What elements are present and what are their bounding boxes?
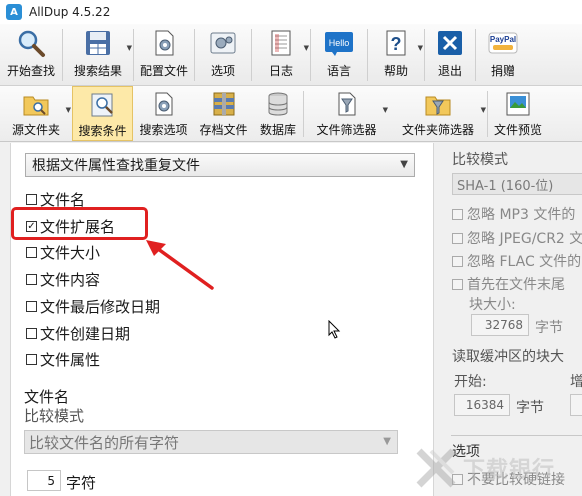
checkbox-box[interactable]: [26, 274, 37, 285]
tab-source-folder[interactable]: 源文件夹 ▼: [0, 86, 72, 141]
help-question-icon: ?: [381, 28, 411, 58]
config-file-button[interactable]: 配置文件: [134, 24, 194, 85]
search-mode-select[interactable]: 根据文件属性查找重复文件 ▼: [25, 153, 415, 177]
tab-archive-files[interactable]: 存档文件: [194, 86, 253, 141]
checkbox-file-size[interactable]: 文件大小: [26, 242, 100, 263]
chevron-down-icon[interactable]: ▼: [383, 106, 388, 114]
ignore-flac-option[interactable]: 忽略 FLAC 文件的: [452, 251, 581, 271]
filename-compare-select[interactable]: 比较文件名的所有字符 ▼: [24, 430, 398, 454]
hello-language-icon: Hello: [324, 28, 354, 58]
checkbox-box[interactable]: [26, 354, 37, 365]
watermark-x-icon: [416, 448, 456, 488]
tab-database[interactable]: 数据库: [253, 86, 303, 141]
options-button[interactable]: 选项: [195, 24, 251, 85]
block-size-input[interactable]: 32768: [471, 314, 529, 336]
checkbox-box[interactable]: [452, 256, 463, 267]
file-filter-icon: [333, 90, 361, 118]
read-buffer-label: 读取缓冲区的块大: [452, 349, 564, 365]
section-divider: [451, 435, 582, 436]
start-label: 开始:: [454, 374, 487, 390]
tab-folder-filter[interactable]: 文件夹筛选器 ▼: [389, 86, 487, 141]
chevron-down-icon: ▼: [383, 436, 391, 447]
checkbox-box[interactable]: [26, 247, 37, 258]
chars-unit-label: 字符: [66, 474, 97, 492]
filename-section-title: 文件名: [24, 388, 70, 406]
chevron-down-icon[interactable]: ▼: [481, 106, 486, 114]
window-title: AllDup 4.5.22: [29, 5, 111, 19]
exit-x-icon: [435, 28, 465, 58]
hash-algorithm-select[interactable]: SHA-1 (160-位): [452, 173, 582, 195]
magnifier-icon: [16, 28, 46, 58]
search-criteria-icon: [89, 91, 117, 119]
search-criteria-panel: 根据文件属性查找重复文件 ▼ 文件名 ✓ 文件扩展名 文件大小 文件内容 文件最…: [10, 143, 434, 496]
tab-file-filter[interactable]: 文件筛选器 ▼: [304, 86, 389, 141]
red-arrow-annotation: [146, 240, 214, 290]
mouse-cursor-icon: [328, 320, 341, 339]
chevron-down-icon[interactable]: ▼: [127, 44, 132, 52]
exit-button[interactable]: 退出: [425, 24, 475, 85]
ignore-mp3-option[interactable]: 忽略 MP3 文件的: [452, 204, 575, 224]
chevron-down-icon[interactable]: ▼: [418, 44, 423, 52]
chevron-down-icon[interactable]: ▼: [304, 44, 309, 52]
source-folder-icon: [22, 90, 50, 118]
checkbox-box[interactable]: [26, 301, 37, 312]
watermark-logo: 下载银行: [413, 440, 582, 496]
start-buffer-input[interactable]: 16384: [454, 394, 510, 416]
compare-end-first-option[interactable]: 首先在文件末尾: [452, 274, 565, 294]
tab-search-criteria[interactable]: 搜索条件: [72, 86, 133, 141]
svg-text:?: ?: [391, 34, 402, 54]
file-preview-icon: [504, 90, 532, 118]
tab-file-preview[interactable]: 文件预览: [488, 86, 548, 141]
paypal-donate-icon: PayPal: [488, 28, 518, 58]
donate-button[interactable]: PayPal 捐赠: [476, 24, 530, 85]
block-size-unit: 字节: [535, 320, 563, 336]
start-search-button[interactable]: 开始查找: [0, 24, 62, 85]
highlight-annotation: [11, 207, 148, 240]
checkbox-created-date[interactable]: 文件创建日期: [26, 323, 130, 344]
search-results-button[interactable]: 搜索结果 ▼: [63, 24, 133, 85]
ignore-jpeg-option[interactable]: 忽略 JPEG/CR2 文: [452, 228, 582, 248]
checkbox-file-content[interactable]: 文件内容: [26, 269, 100, 290]
tab-search-options[interactable]: 搜索选项: [133, 86, 194, 141]
section-toolbar: 源文件夹 ▼ 搜索条件 搜索选项 存档文件 数据库 文件筛选器 ▼ 文件夹筛选器…: [0, 86, 582, 142]
start-unit-label: 字节: [516, 400, 544, 416]
search-mode-value: 根据文件属性查找重复文件: [32, 158, 200, 174]
compare-mode-label: 比较模式: [24, 407, 85, 425]
log-icon: [266, 28, 296, 58]
search-options-icon: [150, 90, 178, 118]
folder-filter-icon: [424, 90, 452, 118]
block-size-label: 块大小:: [469, 297, 516, 313]
watermark-text: 下载银行: [463, 458, 556, 483]
main-toolbar: 开始查找 搜索结果 ▼ 配置文件 选项 日志 ▼ Hello 语言 ? 帮助 ▼…: [0, 24, 582, 86]
checkbox-modified-date[interactable]: 文件最后修改日期: [26, 296, 160, 317]
floppy-table-icon: [83, 28, 113, 58]
language-button[interactable]: Hello 语言: [311, 24, 367, 85]
checkbox-box[interactable]: [452, 209, 463, 220]
svg-text:Hello: Hello: [329, 38, 350, 48]
checkbox-box[interactable]: [26, 194, 37, 205]
title-bar: A AllDup 4.5.22: [0, 0, 582, 24]
chevron-down-icon[interactable]: ▼: [66, 106, 71, 114]
increase-label: 增: [570, 374, 582, 390]
app-logo-icon: A: [6, 4, 22, 20]
svg-text:PayPal: PayPal: [490, 35, 516, 44]
checkbox-file-attributes[interactable]: 文件属性: [26, 349, 100, 370]
chars-count-input[interactable]: 5: [27, 470, 61, 491]
log-button[interactable]: 日志 ▼: [252, 24, 310, 85]
checkbox-box[interactable]: [26, 328, 37, 339]
right-compare-mode-label: 比较模式: [452, 152, 508, 168]
options-gear-icon: [208, 28, 238, 58]
database-icon: [264, 90, 292, 118]
config-file-icon: [149, 28, 179, 58]
archive-icon: [210, 90, 238, 118]
increase-input[interactable]: [570, 394, 582, 416]
checkbox-box[interactable]: [452, 279, 463, 290]
chevron-down-icon: ▼: [400, 159, 408, 170]
help-button[interactable]: ? 帮助 ▼: [368, 24, 424, 85]
checkbox-box[interactable]: [452, 233, 463, 244]
